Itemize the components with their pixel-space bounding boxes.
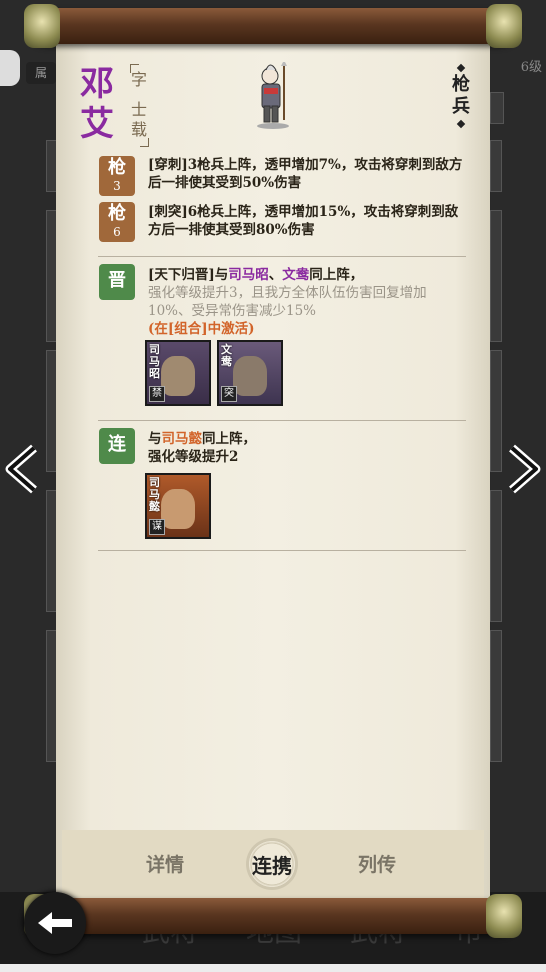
scroll-bottom-rod xyxy=(24,894,522,938)
back-arrow-icon[interactable] xyxy=(24,892,86,954)
portrait-face xyxy=(233,356,267,396)
combo-jin-description: [天下归晋]与司马昭、文鸯同上阵， 强化等级提升3，且我方全体队伍伤害回复增加1… xyxy=(148,266,466,338)
combo-lian-badge: 连 xyxy=(99,428,135,464)
background-avatar xyxy=(0,50,20,86)
previous-arrow-icon[interactable] xyxy=(4,444,40,494)
next-arrow-icon[interactable] xyxy=(506,444,542,494)
combo-jin-status: (在[组合]中激活) xyxy=(148,321,255,337)
diamond-icon xyxy=(456,119,466,129)
separator: 、 xyxy=(268,267,283,283)
background-card xyxy=(490,92,504,124)
partner-name-sima-yi: 司马懿 xyxy=(161,431,203,447)
badge-level: 3 xyxy=(113,179,121,193)
background-stripe xyxy=(0,964,546,972)
courtesy-name: 士载 xyxy=(130,100,147,139)
tab-bar: 详情 连携 列传 xyxy=(62,836,484,892)
scroll-top-rod xyxy=(24,4,522,48)
portrait-tag: 突 xyxy=(221,386,237,402)
background-card xyxy=(490,630,502,762)
combo-jin-suffix: 同上阵， xyxy=(309,267,364,283)
badge-glyph: 枪 xyxy=(108,157,126,178)
general-name: 邓艾 xyxy=(80,64,116,144)
combo-jin-effect: 强化等级提升3，且我方全体队伍伤害回复增加10%、受异常伤害减少15% xyxy=(148,285,427,319)
combo-lian-prefix: 与 xyxy=(148,431,162,447)
background-card xyxy=(490,140,502,192)
background-attribute-tag: 属 xyxy=(26,62,56,84)
unit-type-text: 枪兵 xyxy=(452,74,470,117)
trait-text-pierce: [穿刺]3枪兵上阵，透甲增加7%，攻击将穿刺到敌方后一排使其受到50%伤害 xyxy=(148,157,463,191)
background-level: 6级 xyxy=(520,60,542,75)
general-sprite xyxy=(257,62,289,129)
diamond-icon xyxy=(456,63,466,73)
badge-glyph: 枪 xyxy=(108,203,126,224)
tab-biography[interactable]: 列传 xyxy=(358,850,396,877)
portrait-sima-yi[interactable]: 司马懿 谋 xyxy=(145,473,211,539)
rod-cap xyxy=(486,894,522,938)
divider xyxy=(98,550,466,551)
portrait-name: 司马昭 xyxy=(149,343,160,380)
partner-name-wen-yang: 文鸯 xyxy=(282,267,310,283)
background-card xyxy=(490,350,502,472)
partner-name-sima-zhao: 司马昭 xyxy=(228,267,269,283)
combo-lian-effect: 强化等级提升2 xyxy=(148,449,239,465)
rod-cap xyxy=(486,4,522,48)
divider xyxy=(98,420,466,421)
tab-details[interactable]: 详情 xyxy=(146,850,184,877)
portrait-tag: 谋 xyxy=(149,519,165,535)
divider xyxy=(98,256,466,257)
unit-type-label: 枪兵 xyxy=(450,62,472,130)
spear-level-3-badge: 枪 3 xyxy=(99,156,135,196)
portrait-face xyxy=(161,356,195,396)
combo-jin-prefix: [天下归晋]与 xyxy=(148,267,229,283)
tab-combo[interactable]: 连携 xyxy=(252,850,292,879)
combo-lian-suffix: 同上阵， xyxy=(202,431,256,447)
rod-cap xyxy=(24,4,60,48)
portrait-face xyxy=(161,489,195,529)
portrait-sima-zhao[interactable]: 司马昭 禁 xyxy=(145,340,211,406)
combo-lian-description: 与司马懿同上阵， 强化等级提升2 xyxy=(148,430,466,466)
background-card xyxy=(490,210,502,342)
background-card xyxy=(490,490,502,622)
portrait-tag: 禁 xyxy=(149,386,165,402)
badge-level: 6 xyxy=(113,225,121,239)
combo-jin-badge: 晋 xyxy=(99,264,135,300)
portrait-name: 司马懿 xyxy=(149,476,160,513)
trait-text-thrust: [刺突]6枪兵上阵，透甲增加15%，攻击将穿刺到敌方后一排使其受到80%伤害 xyxy=(148,204,459,238)
portrait-wen-yang[interactable]: 文鸯 突 xyxy=(217,340,283,406)
portrait-name: 文鸯 xyxy=(221,343,232,368)
courtesy-label: 字 xyxy=(130,70,147,89)
spear-level-6-badge: 枪 6 xyxy=(99,202,135,242)
bracket-close xyxy=(140,138,149,147)
